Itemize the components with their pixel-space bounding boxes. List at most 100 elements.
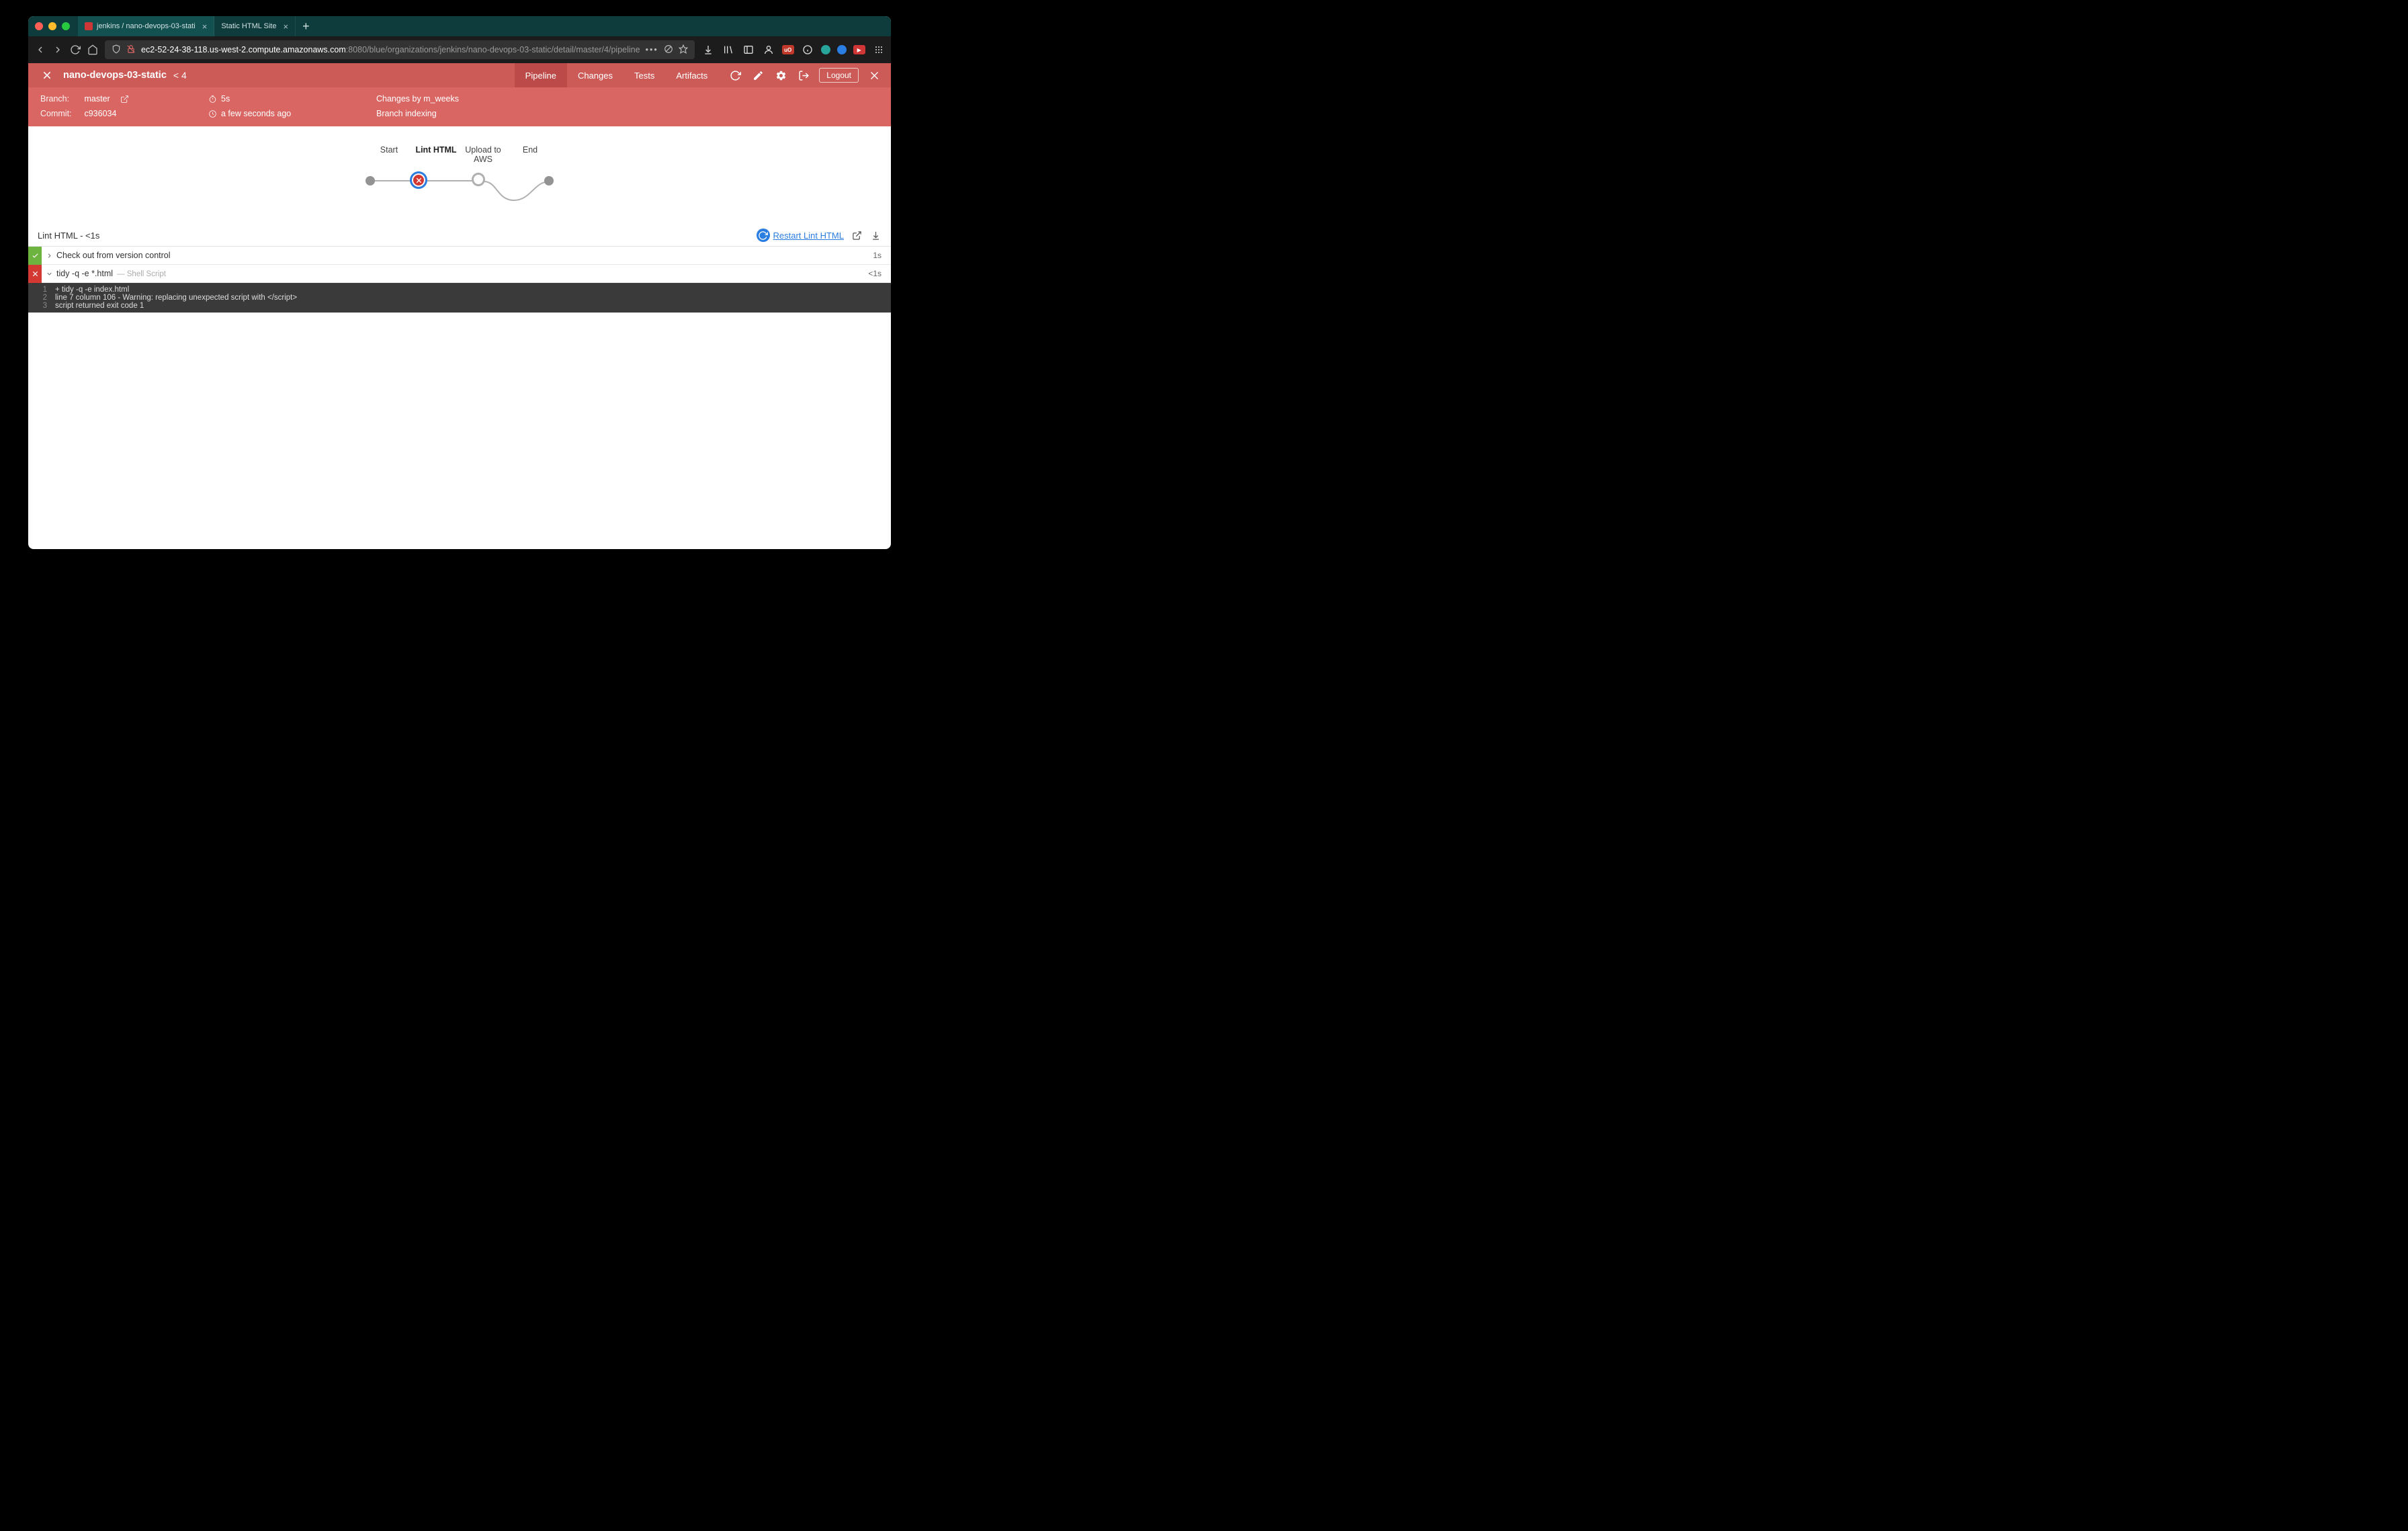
url-bar[interactable]: ec2-52-24-38-118.us-west-2.compute.amazo… (105, 40, 695, 59)
rerun-icon[interactable] (728, 68, 742, 83)
toolbar-right: uO ▶ (701, 43, 891, 56)
bookmark-star-icon[interactable] (679, 44, 688, 56)
back-button[interactable] (35, 42, 46, 58)
expand-icon[interactable] (42, 252, 56, 259)
close-window[interactable] (35, 22, 43, 30)
console-output: 1+ tidy -q -e index.html 2line 7 column … (28, 283, 891, 313)
run-nav[interactable]: < 4 (173, 70, 187, 81)
browser-window: jenkins / nano-devops-03-stati × Static … (28, 16, 891, 549)
tab-pipeline[interactable]: Pipeline (515, 63, 567, 87)
branch-label: Branch: (40, 94, 69, 104)
step-name: tidy -q -e *.html— Shell Script (56, 269, 859, 278)
url-text: ec2-52-24-38-118.us-west-2.compute.amazo… (141, 45, 640, 54)
line-number: 3 (28, 302, 55, 310)
stage-node-upload[interactable] (472, 173, 485, 186)
step-row-checkout[interactable]: Check out from version control 1s (28, 247, 891, 265)
changes-by: Changes by m_weeks (376, 94, 459, 104)
stage-node-start[interactable] (366, 176, 375, 185)
stage-node-lint[interactable] (410, 171, 427, 189)
tab-title: jenkins / nano-devops-03-stati (97, 22, 196, 30)
minimize-window[interactable] (48, 22, 56, 30)
extension-blue[interactable] (837, 45, 847, 54)
exit-icon[interactable] (796, 68, 811, 83)
console-line: + tidy -q -e index.html (55, 286, 891, 294)
settings-icon[interactable] (773, 68, 788, 83)
restart-stage-link[interactable]: Restart Lint HTML (757, 229, 844, 242)
tab-artifacts[interactable]: Artifacts (665, 63, 718, 87)
steps-title: Lint HTML - <1s (38, 231, 757, 241)
account-icon[interactable] (762, 43, 775, 56)
step-name: Check out from version control (56, 251, 863, 260)
collapse-icon[interactable] (42, 270, 56, 278)
line-number: 2 (28, 294, 55, 302)
edge-skip (484, 180, 551, 207)
extension-green[interactable] (821, 45, 830, 54)
close-run-button[interactable] (38, 66, 56, 85)
browser-tab-static[interactable]: Static HTML Site × (214, 16, 296, 36)
external-link-icon[interactable] (120, 95, 129, 104)
restart-icon (757, 229, 770, 242)
console-line: line 7 column 106 - Warning: replacing u… (55, 294, 891, 302)
more-icon[interactable]: ••• (646, 45, 658, 54)
stage-node-end[interactable] (544, 176, 554, 185)
extension-info-icon[interactable] (801, 43, 814, 56)
new-tab-button[interactable]: + (296, 16, 316, 36)
stage-label-upload: Upload to AWS (460, 145, 507, 164)
download-log-icon[interactable] (869, 229, 882, 241)
browser-tab-jenkins[interactable]: jenkins / nano-devops-03-stati × (78, 16, 214, 36)
step-status-fail (28, 265, 42, 283)
stage-label-end: End (507, 145, 554, 164)
header-tabs: Pipeline Changes Tests Artifacts (515, 63, 719, 87)
shield-icon[interactable] (112, 44, 121, 56)
titlebar: jenkins / nano-devops-03-stati × Static … (28, 16, 891, 36)
stage-label-start: Start (366, 145, 413, 164)
commit-value: c936034 (84, 109, 116, 118)
extension-grid-icon[interactable] (872, 43, 886, 56)
tab-changes[interactable]: Changes (567, 63, 624, 87)
duration-value: 5s (221, 94, 230, 104)
tab-strip: jenkins / nano-devops-03-stati × Static … (78, 16, 884, 36)
jenkins-favicon (85, 22, 93, 30)
cause-value: Branch indexing (376, 109, 437, 118)
lock-strike-icon[interactable] (126, 44, 136, 56)
line-number: 1 (28, 286, 55, 294)
close-tab-icon[interactable]: × (202, 22, 208, 32)
open-external-icon[interactable] (851, 229, 863, 241)
step-time: <1s (859, 269, 891, 278)
close-overlay-icon[interactable] (867, 68, 882, 83)
edge (372, 180, 413, 181)
pipeline-graph: Start Lint HTML Upload to AWS End (28, 126, 891, 224)
extension-ublock[interactable]: uO (782, 45, 794, 54)
run-info: Branch: master 5s Changes by m_weeks Com… (28, 87, 891, 126)
commit-label: Commit: (40, 109, 72, 118)
extension-red[interactable]: ▶ (853, 45, 865, 54)
protection-icon[interactable] (664, 44, 673, 56)
zoom-window[interactable] (62, 22, 70, 30)
console-line: script returned exit code 1 (55, 302, 891, 310)
downloads-icon[interactable] (701, 43, 715, 56)
step-time: 1s (863, 251, 891, 260)
step-row-tidy[interactable]: tidy -q -e *.html— Shell Script <1s (28, 265, 891, 283)
edit-icon[interactable] (750, 68, 765, 83)
logout-button[interactable]: Logout (819, 68, 859, 83)
step-status-ok (28, 247, 42, 265)
edge (426, 180, 473, 181)
forward-button[interactable] (52, 42, 63, 58)
library-icon[interactable] (722, 43, 735, 56)
steps-header: Lint HTML - <1s Restart Lint HTML (28, 224, 891, 247)
stopwatch-icon (208, 95, 217, 104)
pipeline-header: nano-devops-03-static < 4 Pipeline Chang… (28, 63, 891, 87)
navbar: ec2-52-24-38-118.us-west-2.compute.amazo… (28, 36, 891, 63)
window-controls (35, 22, 70, 30)
close-tab-icon[interactable]: × (283, 22, 288, 32)
sidebar-icon[interactable] (742, 43, 755, 56)
tab-tests[interactable]: Tests (624, 63, 665, 87)
home-button[interactable] (87, 42, 98, 58)
tab-title: Static HTML Site (221, 22, 276, 30)
pipeline-title: nano-devops-03-static (63, 70, 167, 81)
reload-button[interactable] (70, 42, 81, 58)
stage-label-lint: Lint HTML (413, 145, 460, 164)
age-value: a few seconds ago (221, 109, 291, 118)
clock-icon (208, 110, 217, 118)
branch-value[interactable]: master (85, 94, 110, 104)
